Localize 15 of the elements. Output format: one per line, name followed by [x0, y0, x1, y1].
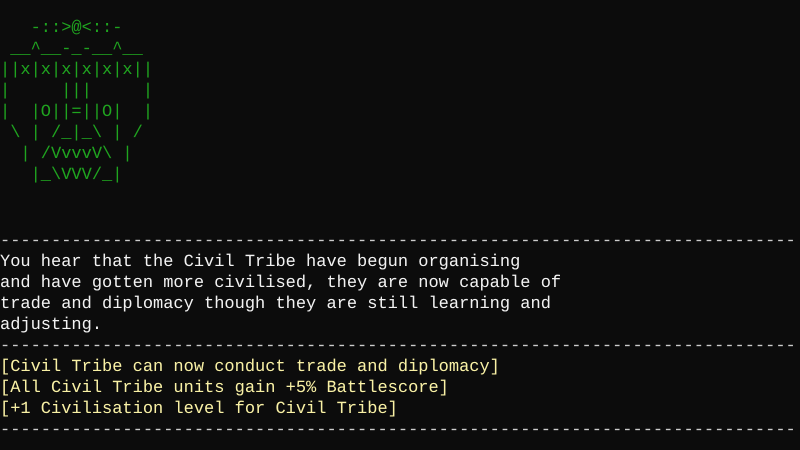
- ascii-art-line: -::>@<::-: [30, 18, 122, 39]
- divider-text: ------------------------------------------------------------------------------: [0, 420, 796, 441]
- notice-line: [+1 Civilisation level for Civil Tribe]: [0, 399, 398, 420]
- notice-line: [All Civil Tribe units gain +5% Battlescore]: [0, 378, 449, 399]
- notice-line: [Civil Tribe can now conduct trade and diplomacy]: [0, 357, 500, 378]
- ascii-art-line: __^__-_-__^__: [9, 39, 143, 60]
- message-text: You hear that the Civil Tribe have begun organising and have gotten more civilised, they are now capable of trade and diplomacy though they are still learning and adjusting.: [0, 252, 562, 336]
- divider-text: ------------------------------------------------------------------------------: [0, 336, 796, 357]
- ascii-art-line: |_\VVV/_|: [30, 165, 122, 186]
- ascii-art-line: | ||| |: [0, 81, 154, 102]
- divider-text: ------------------------------------------------------------------------------: [0, 231, 796, 252]
- ascii-art-line: | |O||=||O| |: [0, 102, 154, 123]
- ascii-art-line: \ | /_|_\ | /: [9, 123, 143, 144]
- ascii-art-line: ||x|x|x|x|x|x||: [0, 60, 154, 81]
- ascii-art-line: | /VvvvV\ |: [19, 144, 133, 165]
